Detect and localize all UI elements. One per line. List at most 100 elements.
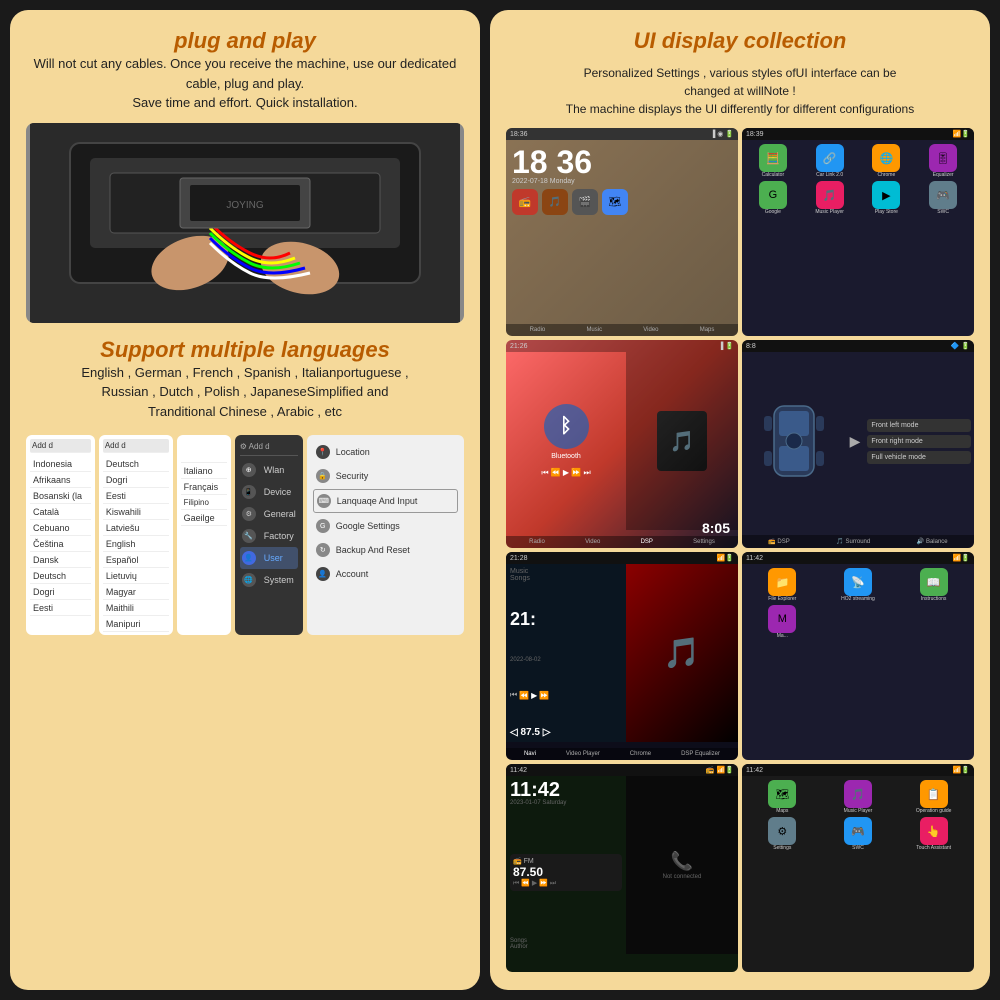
account-label: Account	[336, 569, 369, 579]
lang-item: Bosanski (la	[30, 489, 91, 504]
factory-label: Factory	[264, 531, 294, 541]
nav-video-3: Video	[585, 539, 600, 545]
right-panel: UI display collection Personalized Setti…	[490, 10, 990, 990]
lang-item: Afrikaans	[30, 473, 91, 488]
cell5-nav: Navi Video Player Chrome DSP Equalizer	[506, 748, 738, 760]
wrench-icon: 🔧	[242, 529, 256, 543]
lang-item: Gaeilge	[181, 511, 227, 526]
lang-item: Dogri	[103, 473, 169, 488]
ui-cell-3: 21:26 ▐ 🔋 ᛒ Bluetooth ⏮ ⏪ ▶ ⏩ ⏭ 🎵 8:05 R…	[506, 340, 738, 548]
backup-reset-label: Backup And Reset	[336, 545, 410, 555]
general-label: General	[264, 509, 296, 519]
device-label: Device	[264, 487, 292, 497]
nav-dsp-eq: DSP Equalizer	[681, 751, 720, 757]
lang-item: Magyar	[103, 585, 169, 600]
sub-settings-menu: 📍 Location 🔒 Security ⌨ Lanquaqe And Inp…	[307, 435, 464, 635]
ui-collection-title: UI display collection	[506, 28, 974, 54]
gear-icon: ⚙	[242, 507, 256, 521]
system-label: System	[264, 575, 294, 585]
settings-device[interactable]: 📱 Device	[240, 481, 298, 503]
sub-account[interactable]: 👤 Account	[313, 563, 458, 585]
left-panel: plug and play Will not cut any cables. O…	[10, 10, 480, 990]
language-list-2: Add d Deutsch Dogri Eesti Kiswahili Latv…	[99, 435, 173, 635]
lang-item: Español	[103, 553, 169, 568]
ui-cell-5: 21:28 📶🔋 Music Songs 21: 2022-08-02 ⏮ ⏪ …	[506, 552, 738, 760]
settings-factory[interactable]: 🔧 Factory	[240, 525, 298, 547]
ui-cell-1: 18:36 ▐ ◉ 🔋 18 36 2022-07-18 Monday 📻 🎵 …	[506, 128, 738, 336]
account-icon: 👤	[316, 567, 330, 581]
language-list-1: Add d Indonesia Afrikaans Bosanski (la C…	[26, 435, 95, 635]
nav-dsp-3: DSP	[641, 539, 653, 545]
lang-item: Deutsch	[30, 569, 91, 584]
ui-display-grid: 18:36 ▐ ◉ 🔋 18 36 2022-07-18 Monday 📻 🎵 …	[506, 128, 974, 972]
plug-play-description: Will not cut any cables. Once you receiv…	[26, 54, 464, 113]
nav-video: Video	[643, 327, 658, 333]
ui-cell-4: 8:8 🔷 🔋	[742, 340, 974, 548]
nav-maps: Maps	[700, 327, 715, 333]
sub-language-input[interactable]: ⌨ Lanquaqe And Input	[313, 489, 458, 513]
lang-description: English , German , French , Spanish , It…	[26, 363, 464, 422]
sub-backup-reset[interactable]: ↻ Backup And Reset	[313, 539, 458, 561]
lang-item: Eesti	[103, 489, 169, 504]
lang-item: Kiswahili	[103, 505, 169, 520]
ui-collection-description: Personalized Settings , various styles o…	[506, 64, 974, 118]
lang-item: English	[103, 537, 169, 552]
install-image: JOYING	[26, 123, 464, 323]
wlan-label: Wlan	[264, 465, 285, 475]
lang-item: Manipuri	[103, 617, 169, 632]
lang-item: Čeština	[30, 537, 91, 552]
plug-and-play-section: plug and play Will not cut any cables. O…	[26, 28, 464, 113]
nav-music: Music	[586, 327, 602, 333]
sub-location[interactable]: 📍 Location	[313, 441, 458, 463]
languages-section: Support multiple languages English , Ger…	[26, 337, 464, 422]
ui-cell-7: 11:42 📻 📶🔋 11:42 2023-01-07 Saturday 📻 F…	[506, 764, 738, 972]
ui-cell-2: 18:39 📶🔋 🧮 Calculator 🔗 Car Link 2.0 🌐 C…	[742, 128, 974, 336]
lang-item: Filipino	[181, 496, 227, 510]
refresh-icon: ↻	[316, 543, 330, 557]
language-list-3: Italiano Français Filipino Gaeilge	[177, 435, 231, 635]
sub-google-settings[interactable]: G Google Settings	[313, 515, 458, 537]
lang-item: Català	[30, 505, 91, 520]
wifi-icon: ⊕	[242, 463, 256, 477]
settings-user[interactable]: 👤 User	[240, 547, 298, 569]
nav-settings-3: Settings	[693, 539, 715, 545]
ui-cell-8: 11:42 📶🔋 🗺 Maps 🎵 Music Player 📋 Operati…	[742, 764, 974, 972]
lang-item: Cebuano	[30, 521, 91, 536]
lang-item: Dansk	[30, 553, 91, 568]
plug-play-title: plug and play	[26, 28, 464, 54]
nav-radio-3: Radio	[529, 539, 545, 545]
sub-security[interactable]: 🔒 Security	[313, 465, 458, 487]
location-icon: 📍	[316, 445, 330, 459]
lang-item: Melayu	[103, 633, 169, 635]
lang-item: Eesti	[30, 601, 91, 616]
lang-item: Indonesia	[30, 457, 91, 472]
lang-item: Maithili	[103, 601, 169, 616]
settings-mockup: Add d Indonesia Afrikaans Bosanski (la C…	[26, 435, 464, 635]
google-icon: G	[316, 519, 330, 533]
lang-item: Deutsch	[103, 457, 169, 472]
lang-item: Dogri	[30, 585, 91, 600]
security-label: Security	[336, 471, 369, 481]
user-icon: 👤	[242, 551, 256, 565]
lang-item: Latviešu	[103, 521, 169, 536]
nav-video-5: Video Player	[566, 751, 600, 757]
ui-cell-6: 11:42 📶🔋 📁 File Explorer 📡 HO2 streaming…	[742, 552, 974, 760]
nav-radio: Radio	[530, 327, 546, 333]
nav-navi: Navi	[524, 751, 536, 757]
settings-general[interactable]: ⚙ General	[240, 503, 298, 525]
settings-system[interactable]: 🌐 System	[240, 569, 298, 591]
lang-item: Lietuvių	[103, 569, 169, 584]
lock-icon: 🔒	[316, 469, 330, 483]
location-label: Location	[336, 447, 370, 457]
device-icon: 📱	[242, 485, 256, 499]
lang-item: Italiano	[181, 464, 227, 479]
language-input-label: Lanquaqe And Input	[337, 496, 418, 506]
cell1-nav: Radio Music Video Maps	[506, 324, 738, 336]
lang-item: Français	[181, 480, 227, 495]
lang-title: Support multiple languages	[26, 337, 464, 363]
keyboard-icon: ⌨	[317, 494, 331, 508]
cell3-nav: Radio Video DSP Settings	[506, 536, 738, 548]
settings-main-menu: ⚙ Add d ⊕ Wlan 📱 Device ⚙ General 🔧 Fact…	[235, 435, 303, 635]
nav-chrome: Chrome	[630, 751, 651, 757]
settings-wlan[interactable]: ⊕ Wlan	[240, 459, 298, 481]
